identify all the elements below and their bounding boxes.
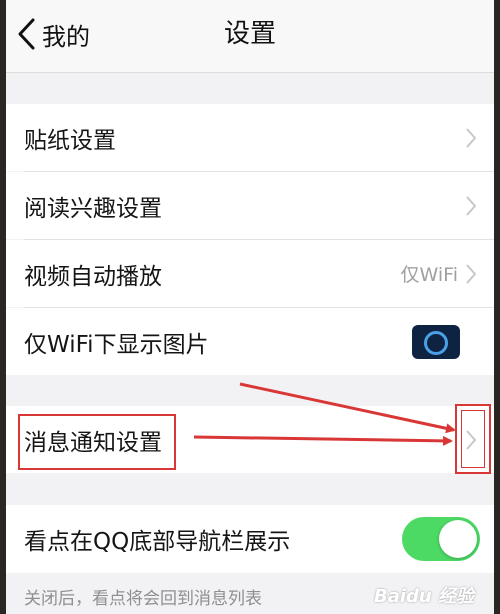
arrow-upper [239,382,456,434]
annotation-arrows [193,382,456,446]
settings-screen: 我的 设置 贴纸设置 阅读兴趣设置 视频自动播放 仅WiFi 仅WiFi下显示图… [6,0,494,614]
arrow-lower [193,435,453,446]
